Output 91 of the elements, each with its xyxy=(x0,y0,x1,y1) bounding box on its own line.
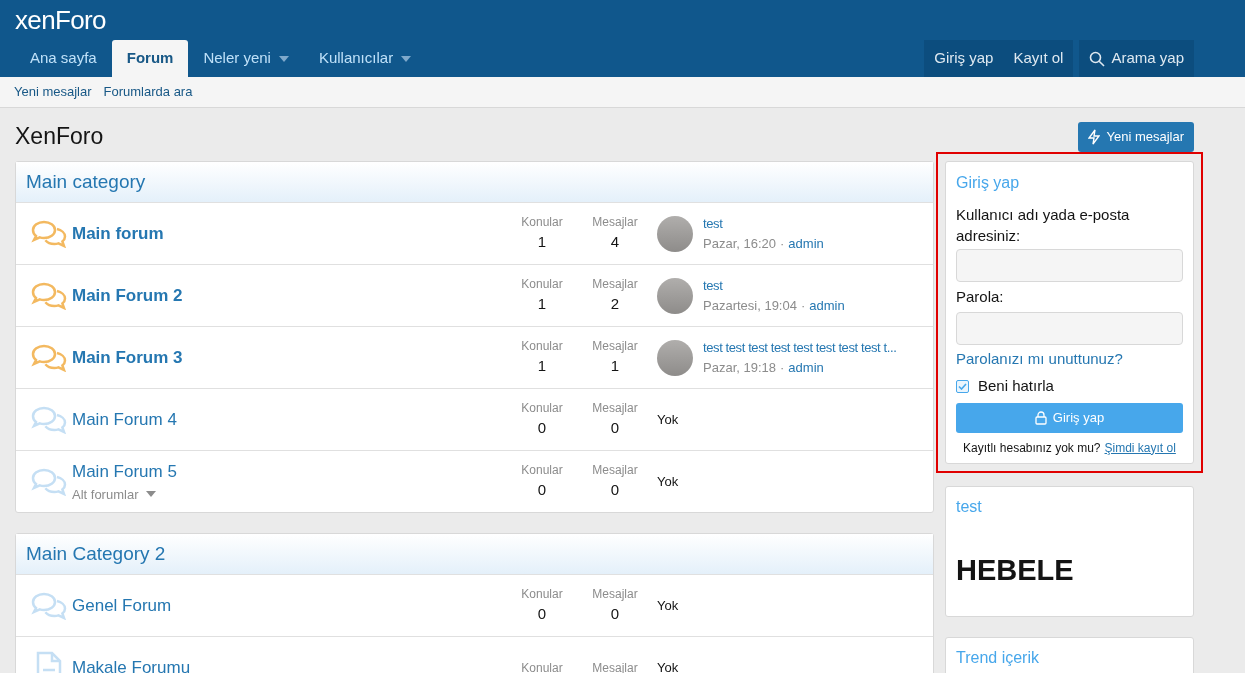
stat-value: 0 xyxy=(537,604,547,625)
stat-label: Konular xyxy=(521,400,563,418)
stat-label: Konular xyxy=(521,338,563,356)
caret-icon xyxy=(146,491,157,498)
chat-bubbles-icon xyxy=(30,467,68,496)
forum-title[interactable]: Genel Forum xyxy=(72,592,172,619)
stat-value: 0 xyxy=(537,480,547,501)
stat-value: 0 xyxy=(610,418,620,439)
chat-bubbles-icon xyxy=(30,281,68,310)
stat-value: 4 xyxy=(610,232,620,253)
stat-label: Mesajlar xyxy=(592,338,638,356)
forum-title[interactable]: Main Forum 3 xyxy=(72,344,183,371)
stat-label: Mesajlar xyxy=(592,400,638,418)
field-label: Parola: xyxy=(956,287,1005,307)
stat-label: Konular xyxy=(521,659,563,673)
checkmark-icon xyxy=(958,382,967,390)
stat-value: 0 xyxy=(537,418,547,439)
last-post-date: Pazar, 16:20 xyxy=(703,234,776,253)
forum-title[interactable]: Main Forum 2 xyxy=(72,282,183,309)
password-field[interactable] xyxy=(956,311,1183,345)
account-link[interactable]: Kayıt ol xyxy=(1003,40,1074,77)
no-last-post: Yok xyxy=(657,410,679,429)
account-link[interactable]: Giriş yap xyxy=(924,40,1004,77)
nav-tab[interactable]: Forum xyxy=(111,40,189,77)
stat-label: Mesajlar xyxy=(592,276,638,294)
no-last-post: Yok xyxy=(657,596,679,615)
nav-tab[interactable]: Kullanıcılar xyxy=(303,40,427,77)
last-post-user[interactable]: admin xyxy=(809,295,845,315)
stat-label: Mesajlar xyxy=(592,462,638,480)
field-label: Kullanıcı adı yada e-posta adresiniz: xyxy=(956,205,1131,246)
subforums-toggle[interactable]: Alt forumlar xyxy=(72,484,157,504)
stat-value: 1 xyxy=(537,294,547,315)
stat-value: 2 xyxy=(610,294,620,315)
category-title[interactable]: Main Category 2 xyxy=(26,539,166,569)
last-post-date: Pazar, 19:18 xyxy=(703,358,776,377)
chat-bubbles-icon xyxy=(30,343,68,372)
last-post-title[interactable]: test xyxy=(703,276,723,296)
separator-dot: · xyxy=(780,234,785,253)
username-field[interactable] xyxy=(956,249,1183,282)
no-last-post: Yok xyxy=(657,472,679,491)
last-post-title[interactable]: test test test test test test test test t... xyxy=(703,338,897,358)
last-post-user[interactable]: admin xyxy=(788,233,824,253)
stat-label: Konular xyxy=(521,586,563,604)
forum-title[interactable]: Makale Forumu xyxy=(72,654,191,673)
search-button[interactable]: Arama yap xyxy=(1079,40,1194,77)
stat-value: 1 xyxy=(537,232,547,253)
nav-tab[interactable]: Neler yeni xyxy=(188,40,304,77)
stat-value: 1 xyxy=(610,356,620,377)
nav-tab[interactable]: Ana sayfa xyxy=(15,40,112,77)
sub-nav-link[interactable]: Yeni mesajlar xyxy=(14,82,92,102)
stat-value: 1 xyxy=(537,356,547,377)
avatar[interactable] xyxy=(657,277,693,314)
search-icon xyxy=(1089,50,1106,67)
register-prompt: Kayıtlı hesabınız yok mu? xyxy=(963,439,1101,457)
widget-title: Giriş yap xyxy=(956,173,1021,193)
stat-value: 0 xyxy=(610,480,620,501)
stat-label: Mesajlar xyxy=(592,586,638,604)
widget-title: Trend içerik xyxy=(956,647,1040,668)
login-button[interactable]: Giriş yap xyxy=(956,402,1183,433)
lock-icon xyxy=(1034,410,1047,425)
stat-label: Konular xyxy=(521,462,563,480)
widget-text: HEBELE xyxy=(956,552,1075,588)
chat-bubbles-icon xyxy=(30,591,68,620)
stat-label: Konular xyxy=(521,214,563,232)
category-title[interactable]: Main category xyxy=(26,167,146,197)
chat-bubbles-icon xyxy=(30,219,68,248)
forum-title[interactable]: Main forum xyxy=(72,220,164,247)
page-title: XenForo xyxy=(15,122,104,152)
no-last-post: Yok xyxy=(657,658,679,673)
site-logo[interactable]: xenForo xyxy=(15,0,106,40)
forgot-password-link[interactable]: Parolanızı mı unuttunuz? xyxy=(956,347,1123,370)
remember-label[interactable]: Beni hatırla xyxy=(978,375,1054,398)
register-link[interactable]: Şimdi kayıt ol xyxy=(1104,438,1176,457)
sub-nav-link[interactable]: Forumlarda ara xyxy=(103,82,193,102)
forum-title[interactable]: Main Forum 4 xyxy=(72,406,177,433)
last-post-date: Pazartesi, 19:04 xyxy=(703,296,797,315)
remember-checkbox[interactable] xyxy=(956,379,969,393)
avatar[interactable] xyxy=(657,339,693,376)
separator-dot: · xyxy=(780,358,785,377)
stat-value: 0 xyxy=(610,604,620,625)
new-posts-button[interactable]: Yeni mesajlar xyxy=(1078,121,1194,152)
stat-label: Mesajlar xyxy=(592,214,638,232)
chat-bubbles-icon xyxy=(30,405,68,434)
avatar[interactable] xyxy=(657,215,693,252)
widget-title: test xyxy=(956,496,983,517)
last-post-user[interactable]: admin xyxy=(788,357,824,377)
stat-label: Konular xyxy=(521,276,563,294)
lightning-icon xyxy=(1088,128,1101,145)
forum-title[interactable]: Main Forum 5 xyxy=(72,459,177,485)
last-post-title[interactable]: test xyxy=(703,214,723,234)
separator-dot: · xyxy=(800,296,806,315)
